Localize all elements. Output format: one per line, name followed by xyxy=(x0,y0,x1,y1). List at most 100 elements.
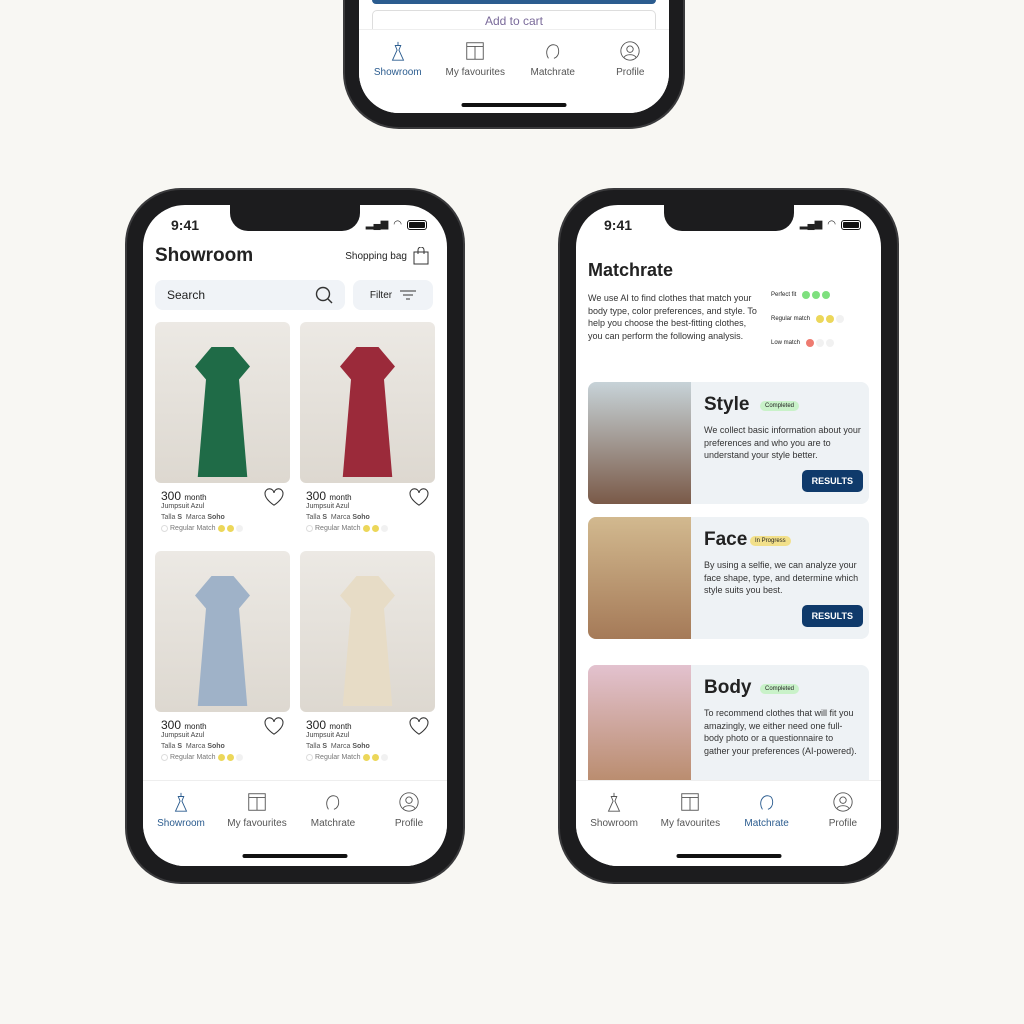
tab-bar: Showroom My favourites Matchrate Profile xyxy=(359,29,669,113)
wardrobe-icon xyxy=(466,42,484,60)
filter-icon xyxy=(400,290,417,300)
product-image[interactable] xyxy=(300,551,435,712)
search-icon xyxy=(315,286,333,304)
product-card[interactable]: 300 month Jumpsuit Azul Talla S Marca So… xyxy=(155,322,290,532)
product-card[interactable]: 300 month Jumpsuit Azul Talla S Marca So… xyxy=(300,551,435,761)
tab-label: My favourites xyxy=(660,818,721,829)
phone-showroom: 9:41 ▂▄▆ ◠ Showroom Shopping bag Search F… xyxy=(127,190,463,882)
heart-icon[interactable] xyxy=(264,717,284,735)
price: 300 xyxy=(161,489,182,503)
product-image[interactable] xyxy=(155,551,290,712)
match-dot xyxy=(822,291,831,299)
home-indicator xyxy=(242,854,348,858)
notch xyxy=(230,205,360,231)
legend-item: Perfect fit xyxy=(771,291,844,299)
tab-profile[interactable]: Profile xyxy=(374,791,444,866)
tab-label: Profile xyxy=(616,67,645,78)
legend-label: Low match xyxy=(771,340,801,346)
home-indicator xyxy=(676,854,781,858)
brand-value: Soho xyxy=(352,743,370,750)
search-input[interactable]: Search xyxy=(155,280,345,310)
size-value: S xyxy=(177,514,183,521)
results-button[interactable]: RESULTS xyxy=(801,470,863,492)
size-label: Talla xyxy=(161,514,176,521)
analysis-card-face[interactable]: Face In Progress By using a selfie, we c… xyxy=(588,517,869,639)
results-button[interactable]: RESULTS xyxy=(801,605,863,627)
tab-label: Showroom xyxy=(157,818,205,829)
wardrobe-icon xyxy=(681,793,700,811)
brand-value: Soho xyxy=(352,514,370,521)
price: 300 xyxy=(306,718,327,732)
tab-showroom[interactable]: Showroom xyxy=(363,40,433,113)
analysis-photo xyxy=(588,517,691,639)
search-placeholder: Search xyxy=(167,288,206,302)
page-title: Showroom xyxy=(155,245,254,266)
home-indicator xyxy=(461,103,567,107)
wardrobe-icon xyxy=(248,793,266,811)
size-value: S xyxy=(177,743,183,750)
dress-icon xyxy=(391,41,404,61)
status-badge: In Progress xyxy=(750,536,791,546)
match-indicator: Regular Match xyxy=(306,754,435,761)
status-time: 9:41 xyxy=(171,217,200,233)
heart-icon[interactable] xyxy=(409,717,429,735)
brand-value: Soho xyxy=(207,743,225,750)
profile-icon xyxy=(620,41,640,61)
face-icon xyxy=(545,44,559,59)
product-image[interactable] xyxy=(155,322,290,483)
add-to-cart-button[interactable]: Add to cart xyxy=(372,10,656,29)
analysis-card-body[interactable]: Body Completed To recommend clothes that… xyxy=(588,665,869,787)
tab-showroom[interactable]: Showroom xyxy=(579,791,649,866)
match-label: Regular Match xyxy=(315,525,361,532)
product-image[interactable] xyxy=(300,322,435,483)
match-dot xyxy=(826,339,835,347)
primary-button[interactable] xyxy=(372,0,656,4)
heart-icon[interactable] xyxy=(409,488,429,506)
status-icons: ▂▄▆ ◠ xyxy=(800,219,861,230)
size-label: Talla xyxy=(306,743,321,750)
tab-profile[interactable]: Profile xyxy=(595,40,665,113)
price-unit: month xyxy=(329,722,352,731)
tab-label: Matchrate xyxy=(310,818,356,829)
status-badge: Completed xyxy=(760,401,800,411)
filter-label: Filter xyxy=(369,289,393,301)
match-dot xyxy=(836,315,845,323)
analysis-card-style[interactable]: Style Completed We collect basic informa… xyxy=(588,382,869,504)
price-unit: month xyxy=(329,493,352,502)
product-card[interactable]: 300 month Jumpsuit Azul Talla S Marca So… xyxy=(155,551,290,761)
face-icon xyxy=(326,795,340,810)
face-icon xyxy=(759,795,773,810)
match-legend: Perfect fit Regular match Low match xyxy=(771,291,845,363)
tab-profile[interactable]: Profile xyxy=(808,791,878,866)
shopping-bag-button[interactable]: Shopping bag xyxy=(345,247,429,265)
tab-showroom[interactable]: Showroom xyxy=(146,791,216,866)
tab-label: Matchrate xyxy=(530,67,575,78)
product-card[interactable]: 300 month Jumpsuit Azul Talla S Marca So… xyxy=(300,322,435,532)
phone-top: Add to cart Showroom My favourites Match… xyxy=(345,0,683,127)
brand-value: Soho xyxy=(207,514,225,521)
status-badge: Completed xyxy=(760,684,800,694)
heart-icon[interactable] xyxy=(264,488,284,506)
match-dot xyxy=(826,315,835,323)
size-label: Talla xyxy=(161,743,176,750)
dress-icon xyxy=(174,792,188,812)
card-title: Face xyxy=(704,529,748,550)
profile-icon xyxy=(833,792,853,812)
filter-button[interactable]: Filter xyxy=(353,280,433,310)
size-value: S xyxy=(322,743,328,750)
card-title: Style xyxy=(704,394,750,415)
match-label: Regular Match xyxy=(315,754,361,761)
brand-label: Marca xyxy=(330,514,351,521)
tab-label: Profile xyxy=(828,818,858,829)
intro-text: We use AI to find clothes that match you… xyxy=(588,293,757,341)
status-time: 9:41 xyxy=(604,217,633,233)
card-title: Body xyxy=(704,677,752,698)
page-title: Matchrate xyxy=(588,260,674,280)
match-dot xyxy=(816,339,825,347)
shopping-bag-label: Shopping bag xyxy=(345,250,407,262)
card-description: By using a selfie, we can analyze your f… xyxy=(704,560,859,595)
card-description: To recommend clothes that will fit you a… xyxy=(704,708,857,756)
match-indicator: Regular Match xyxy=(306,525,435,532)
analysis-photo xyxy=(588,382,691,504)
legend-label: Regular match xyxy=(771,316,811,322)
